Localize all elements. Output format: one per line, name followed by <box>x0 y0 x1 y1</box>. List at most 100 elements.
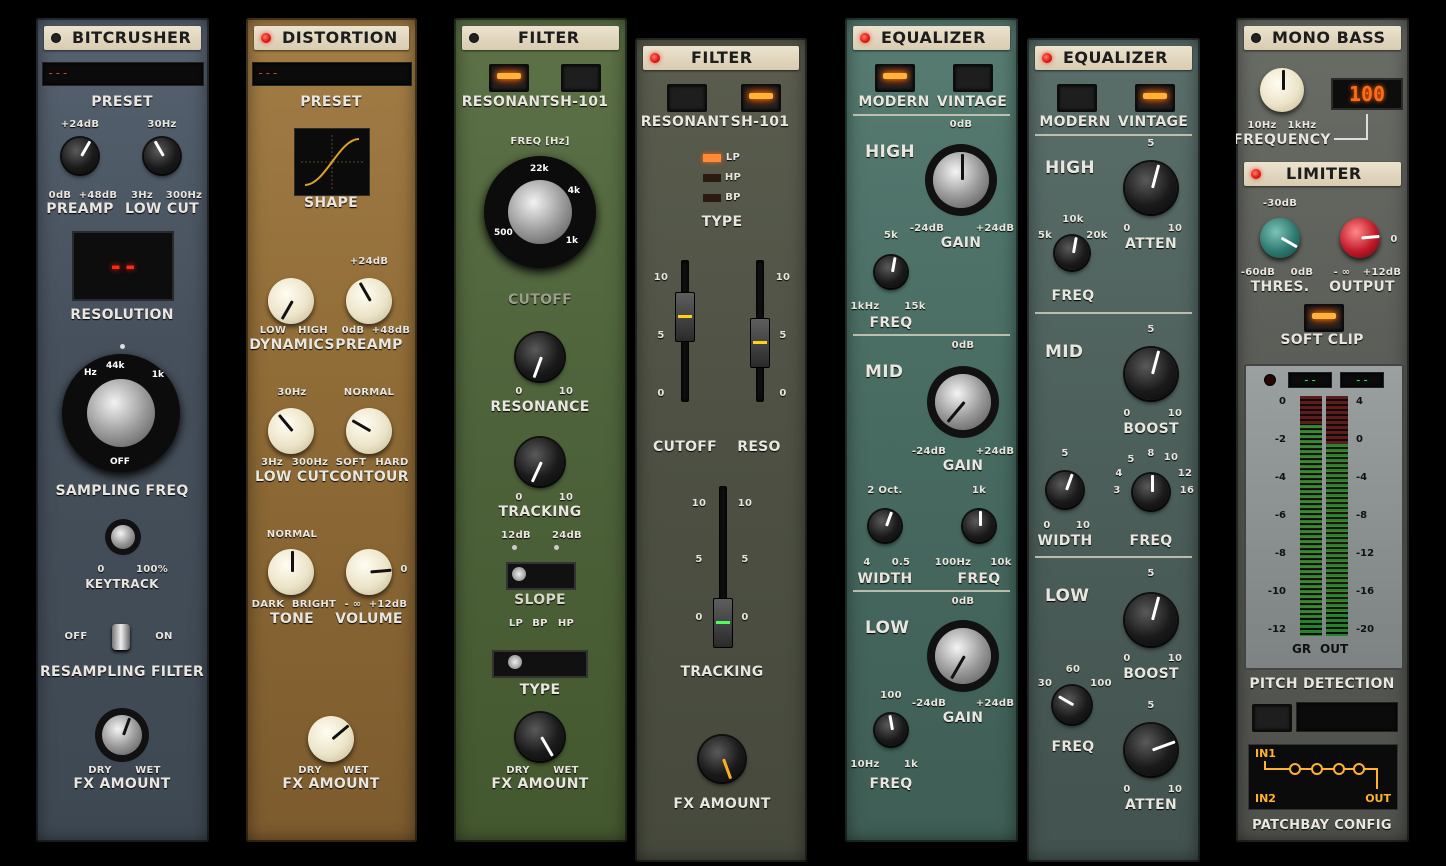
patchbay-display[interactable]: IN1 IN2 OUT <box>1248 744 1398 810</box>
volume-knob[interactable] <box>346 549 392 595</box>
sh101-button[interactable] <box>561 64 601 92</box>
high-atten-knob[interactable] <box>1125 162 1177 214</box>
resonant-button[interactable] <box>489 64 529 92</box>
low-boost-min: 0 <box>1123 653 1131 664</box>
high-section-label: HIGH <box>865 142 915 162</box>
output-knob[interactable] <box>1340 218 1380 258</box>
type-switch[interactable] <box>492 650 588 678</box>
mid-freq-top: 1k <box>971 485 987 496</box>
mid-freq-knob[interactable] <box>963 510 995 542</box>
type-led-hp[interactable] <box>703 174 721 182</box>
low-boost-label: BOOST <box>1123 666 1179 682</box>
contour-knob[interactable] <box>346 408 392 454</box>
mid-width-knob[interactable] <box>1047 472 1083 508</box>
low-gain-min: -24dB <box>911 698 947 709</box>
power-led[interactable] <box>1042 53 1052 63</box>
resolution-display[interactable]: -- <box>72 231 174 301</box>
low-freq-knob[interactable] <box>1053 686 1091 724</box>
tone-knob[interactable] <box>268 549 314 595</box>
lowcut-knob[interactable] <box>144 138 180 174</box>
power-led[interactable] <box>1251 33 1261 43</box>
threshold-knob[interactable] <box>1260 218 1300 258</box>
power-led[interactable] <box>51 33 61 43</box>
mid-gain-knob[interactable] <box>935 374 991 430</box>
lowcut-label: LOW CUT <box>125 201 199 217</box>
cutoff-fader[interactable] <box>675 292 695 342</box>
mid-freq-label: FREQ <box>957 571 1001 587</box>
power-led[interactable] <box>650 53 660 63</box>
sh101-button[interactable] <box>741 84 781 112</box>
cutoff-mark-500: 500 <box>494 228 513 238</box>
preamp-min: 0dB <box>341 325 365 336</box>
resampling-toggle[interactable] <box>112 624 130 650</box>
filter-panel-1: FILTER RESONANT SH-101 FREQ [Hz] 22k 4k … <box>454 18 627 842</box>
preset-display[interactable]: --- <box>252 62 412 86</box>
slope-24db: 24dB <box>552 530 582 541</box>
low-freq-label: FREQ <box>1051 739 1095 755</box>
thres-max: 0dB <box>1290 267 1314 278</box>
high-gain-knob[interactable] <box>933 152 989 208</box>
tone-max: BRIGHT <box>291 599 337 610</box>
mid-width-label: WIDTH <box>1037 533 1093 549</box>
fx-amount-knob[interactable] <box>516 713 564 761</box>
high-freq-knob[interactable] <box>1055 236 1089 270</box>
scale-5-right: 5 <box>779 330 787 341</box>
preamp-knob[interactable] <box>346 278 392 324</box>
preamp-label: PREAMP <box>46 201 114 217</box>
resonance-label: RESONANCE <box>490 399 590 415</box>
low-gain-knob[interactable] <box>935 628 991 684</box>
resonant-button[interactable] <box>667 84 707 112</box>
scale-5-left: 5 <box>657 330 665 341</box>
high-freq-knob[interactable] <box>875 256 907 288</box>
tracking-label: TRACKING <box>498 504 582 520</box>
limiter-led[interactable] <box>1251 169 1261 179</box>
meter-scale-label: -2 <box>1274 434 1286 445</box>
equalizer-panel-1: EQUALIZER MODERN VINTAGE HIGH 0dB -24dB … <box>845 18 1018 842</box>
vintage-button[interactable] <box>953 64 993 92</box>
mid-boost-knob[interactable] <box>1125 348 1177 400</box>
sampling-freq-dial[interactable]: 44k Hz 1k OFF <box>62 354 180 472</box>
high-gain-top: 0dB <box>949 119 973 130</box>
low-freq-knob[interactable] <box>875 714 907 746</box>
shape-display[interactable] <box>294 128 370 196</box>
preamp-knob[interactable] <box>62 138 98 174</box>
low-atten-knob[interactable] <box>1125 724 1177 776</box>
modern-button[interactable] <box>875 64 915 92</box>
fx-amount-label: FX AMOUNT <box>673 796 771 812</box>
preset-display[interactable]: --- <box>42 62 204 86</box>
vintage-button[interactable] <box>1135 84 1175 112</box>
mid-freq-knob[interactable] <box>1133 474 1169 510</box>
modern-button[interactable] <box>1057 84 1097 112</box>
soft-clip-button[interactable] <box>1304 304 1344 332</box>
slope-switch[interactable] <box>506 562 576 590</box>
dynamics-knob[interactable] <box>268 278 314 324</box>
type-led-lp[interactable] <box>703 154 721 162</box>
distortion-title: DISTORTION <box>282 28 398 47</box>
resonance-knob[interactable] <box>516 333 564 381</box>
patchbay-routing-graphic <box>1264 761 1378 789</box>
type-led-bp[interactable] <box>703 194 721 202</box>
high-atten-max: 10 <box>1167 223 1183 234</box>
frequency-knob[interactable] <box>1260 68 1304 112</box>
cutoff-dial[interactable]: 22k 4k 1k 500 <box>484 156 596 268</box>
power-led[interactable] <box>860 33 870 43</box>
type-bp: BP <box>532 618 548 629</box>
mid-width-knob[interactable] <box>869 510 901 542</box>
keytrack-knob[interactable] <box>111 525 135 549</box>
lowcut-knob[interactable] <box>268 408 314 454</box>
power-led[interactable] <box>469 33 479 43</box>
scale-0-right: 0 <box>779 388 787 399</box>
tone-label: TONE <box>270 611 314 627</box>
tracking-knob[interactable] <box>516 438 564 486</box>
low-boost-knob[interactable] <box>1125 594 1177 646</box>
fx-amount-knob[interactable] <box>102 715 142 755</box>
type-label: TYPE <box>519 682 561 698</box>
fx-amount-knob[interactable] <box>308 716 354 762</box>
reso-fader[interactable] <box>750 318 770 368</box>
sh101-label: SH-101 <box>549 94 609 110</box>
power-led[interactable] <box>261 33 271 43</box>
fx-amount-knob[interactable] <box>699 736 745 782</box>
lowcut-max: 300Hz <box>291 457 329 468</box>
tracking-fader[interactable] <box>713 598 733 648</box>
pitch-detection-button[interactable] <box>1252 704 1292 732</box>
